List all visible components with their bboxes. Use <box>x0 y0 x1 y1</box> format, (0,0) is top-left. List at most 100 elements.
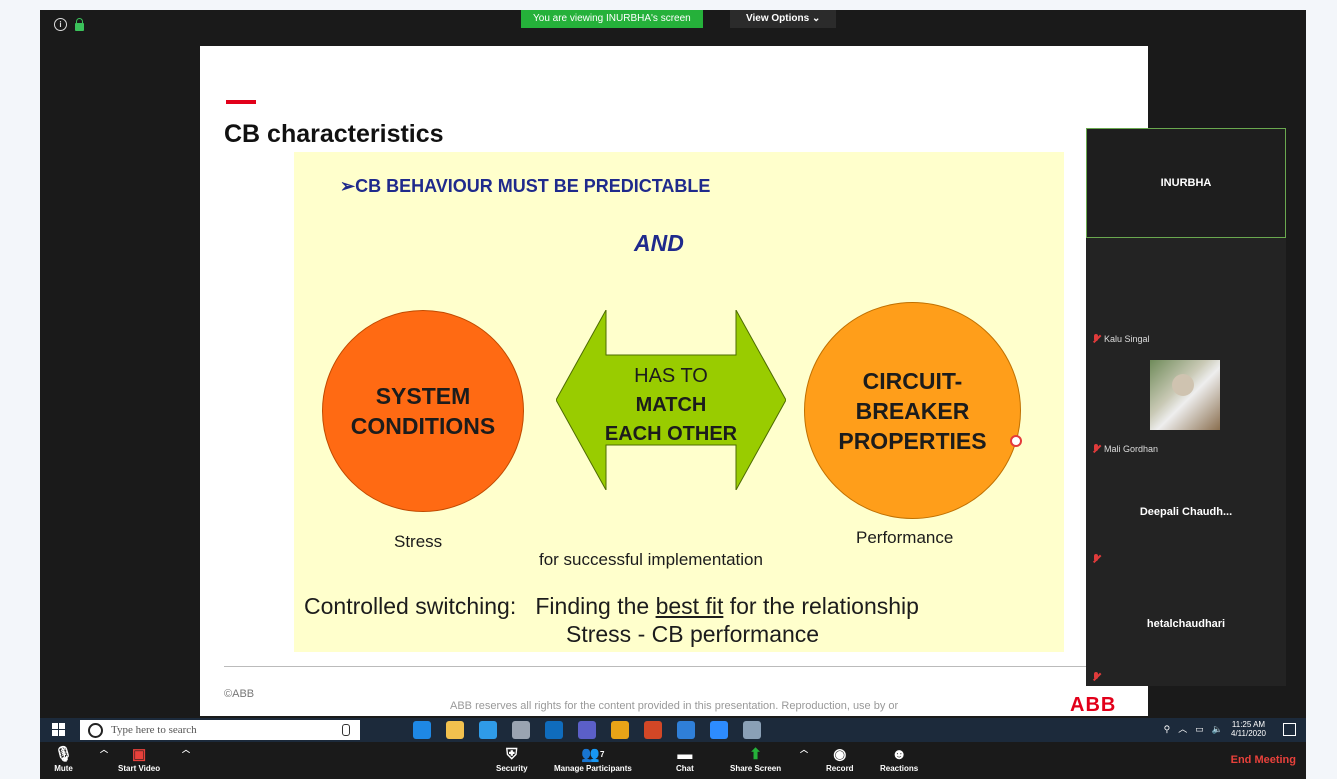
windows-taskbar: Type here to search ⚲ ︿ ▭ 🔈 11:25 AM 4/1… <box>40 718 1306 742</box>
internet-explorer-icon[interactable] <box>479 721 497 739</box>
outlook-icon[interactable] <box>545 721 563 739</box>
slide-accent-bar <box>226 100 256 104</box>
participant-status-row <box>1092 554 1100 564</box>
app-blue-icon[interactable] <box>677 721 695 739</box>
network-icon[interactable]: ▭ <box>1195 724 1204 734</box>
taskbar-apps <box>380 721 761 739</box>
tray-chevron-icon[interactable]: ︿ <box>1178 724 1187 734</box>
start-video-button[interactable]: ▣ Start Video <box>118 744 160 773</box>
arrow-label-line: HAS TO <box>634 365 708 387</box>
reactions-label: Reactions <box>880 764 919 773</box>
slide-footer-divider <box>224 666 1124 667</box>
file-explorer-icon[interactable] <box>446 721 464 739</box>
audio-options-chevron-icon[interactable]: ︿ <box>100 744 108 755</box>
circle-label-line: CONDITIONS <box>350 413 496 439</box>
chrome-icon[interactable] <box>611 721 629 739</box>
participant-name: Deepali Chaudh... <box>1139 506 1233 518</box>
share-screen-icon: ⬆ <box>749 746 762 763</box>
video-options-chevron-icon[interactable]: ︿ <box>182 744 190 755</box>
record-button[interactable]: ◉ Record <box>826 744 854 773</box>
reactions-button[interactable]: ☻ Reactions <box>880 744 919 774</box>
arrow-label-line: EACH OTHER <box>604 423 738 445</box>
powerpoint-icon[interactable] <box>644 721 662 739</box>
chat-button[interactable]: ▬ Chat <box>676 744 694 774</box>
share-options-chevron-icon[interactable]: ︿ <box>800 744 808 755</box>
circle-label-line: CIRCUIT- <box>862 367 963 394</box>
security-button[interactable]: ⛨ Security <box>496 744 528 774</box>
circle-label-line: BREAKER <box>855 397 970 424</box>
slide-and-text: AND <box>634 230 684 256</box>
participant-name: INURBHA <box>1160 177 1212 189</box>
mic-muted-icon <box>1092 334 1100 344</box>
search-placeholder: Type here to search <box>111 724 197 736</box>
clock-date: 4/11/2020 <box>1231 729 1266 738</box>
microphone-icon: 🎙 <box>54 746 74 763</box>
participants-icon: 👥 7 <box>581 746 605 763</box>
notification-icon[interactable] <box>1283 723 1296 736</box>
app-paint-icon[interactable] <box>512 721 530 739</box>
end-meeting-button[interactable]: End Meeting <box>1231 754 1296 766</box>
volume-icon[interactable]: 🔈 <box>1212 724 1223 734</box>
participant-tile[interactable]: Deepali Chaudh... <box>1086 458 1286 569</box>
cortana-icon <box>88 722 103 738</box>
participant-tile[interactable]: INURBHA <box>1086 128 1286 238</box>
video-off-icon: ▣ <box>131 746 147 763</box>
participant-name: Kalu Singal <box>1104 334 1150 344</box>
edge-icon[interactable] <box>413 721 431 739</box>
implementation-label: for successful implementation <box>539 550 763 569</box>
task-view-icon[interactable] <box>380 721 398 739</box>
info-icon[interactable]: i <box>54 18 67 31</box>
participant-panel: INURBHA Kalu Singal Mali Gordhan Deepali… <box>1086 128 1286 686</box>
participant-count: 7 <box>600 749 605 759</box>
slide-content-box: ➢CB BEHAVIOUR MUST BE PREDICTABLE AND SY… <box>294 152 1064 652</box>
controlled-suffix: for the relationship <box>723 593 919 619</box>
zoom-window: i You are viewing INURBHA's screen View … <box>40 10 1306 779</box>
participant-video-photo <box>1150 360 1220 430</box>
participant-tile[interactable]: Mali Gordhan <box>1086 348 1286 459</box>
shield-icon: ⛨ <box>506 745 518 763</box>
clock-time: 11:25 AM <box>1231 720 1266 729</box>
system-conditions-circle: SYSTEM CONDITIONS <box>322 310 524 512</box>
circle-label-line: SYSTEM <box>375 383 471 409</box>
slide-rights-notice: ABB reserves all rights for the content … <box>450 700 899 712</box>
best-fit-text: best fit <box>655 593 724 619</box>
viewing-screen-banner: You are viewing INURBHA's screen <box>521 10 703 28</box>
slide-bullet: ➢CB BEHAVIOUR MUST BE PREDICTABLE <box>340 176 711 196</box>
performance-label: Performance <box>856 528 954 547</box>
share-screen-label: Share Screen <box>730 764 782 773</box>
start-video-label: Start Video <box>118 764 161 773</box>
windows-start-icon[interactable] <box>52 723 66 737</box>
microphone-icon[interactable] <box>342 724 350 736</box>
app-misc-icon[interactable] <box>743 721 761 739</box>
arrow-label: HAS TO MATCH EACH OTHER <box>556 362 786 449</box>
record-label: Record <box>826 764 854 773</box>
taskbar-search-box[interactable]: Type here to search <box>80 720 360 740</box>
mic-muted-icon <box>1092 554 1100 564</box>
lock-icon[interactable] <box>75 17 84 31</box>
chat-icon: ▬ <box>677 745 693 763</box>
stress-label: Stress <box>394 532 443 551</box>
view-options-button[interactable]: View Options ⌄ <box>730 10 837 28</box>
circuit-breaker-properties-circle: CIRCUIT- BREAKER PROPERTIES <box>804 302 1021 519</box>
controlled-line2: Stress - CB performance <box>566 621 820 647</box>
participant-name-row: Kalu Singal <box>1092 334 1150 344</box>
slide-title: CB characteristics <box>224 120 444 148</box>
mic-muted-icon <box>1092 672 1100 682</box>
manage-participants-label: Manage Participants <box>554 764 632 773</box>
manage-participants-button[interactable]: 👥 7 Manage Participants <box>554 744 632 773</box>
circle-label-line: PROPERTIES <box>838 427 987 454</box>
record-icon: ◉ <box>833 746 847 763</box>
meeting-info-icons: i <box>54 17 84 31</box>
teams-icon[interactable] <box>578 721 596 739</box>
people-icon[interactable]: ⚲ <box>1164 724 1171 734</box>
share-screen-button[interactable]: ⬆ Share Screen <box>730 744 781 773</box>
participant-tile[interactable]: hetalchaudhari <box>1086 568 1286 686</box>
shared-slide: CB characteristics ➢CB BEHAVIOUR MUST BE… <box>200 46 1148 716</box>
security-label: Security <box>496 764 528 773</box>
controlled-prefix: Controlled switching: Finding the <box>304 593 656 619</box>
clock[interactable]: 11:25 AM 4/11/2020 <box>1231 720 1266 738</box>
participant-tile[interactable]: Kalu Singal <box>1086 238 1286 349</box>
mute-button[interactable]: 🎙 Mute <box>54 744 73 773</box>
arrow-label-line: MATCH <box>635 394 707 416</box>
zoom-icon[interactable] <box>710 721 728 739</box>
